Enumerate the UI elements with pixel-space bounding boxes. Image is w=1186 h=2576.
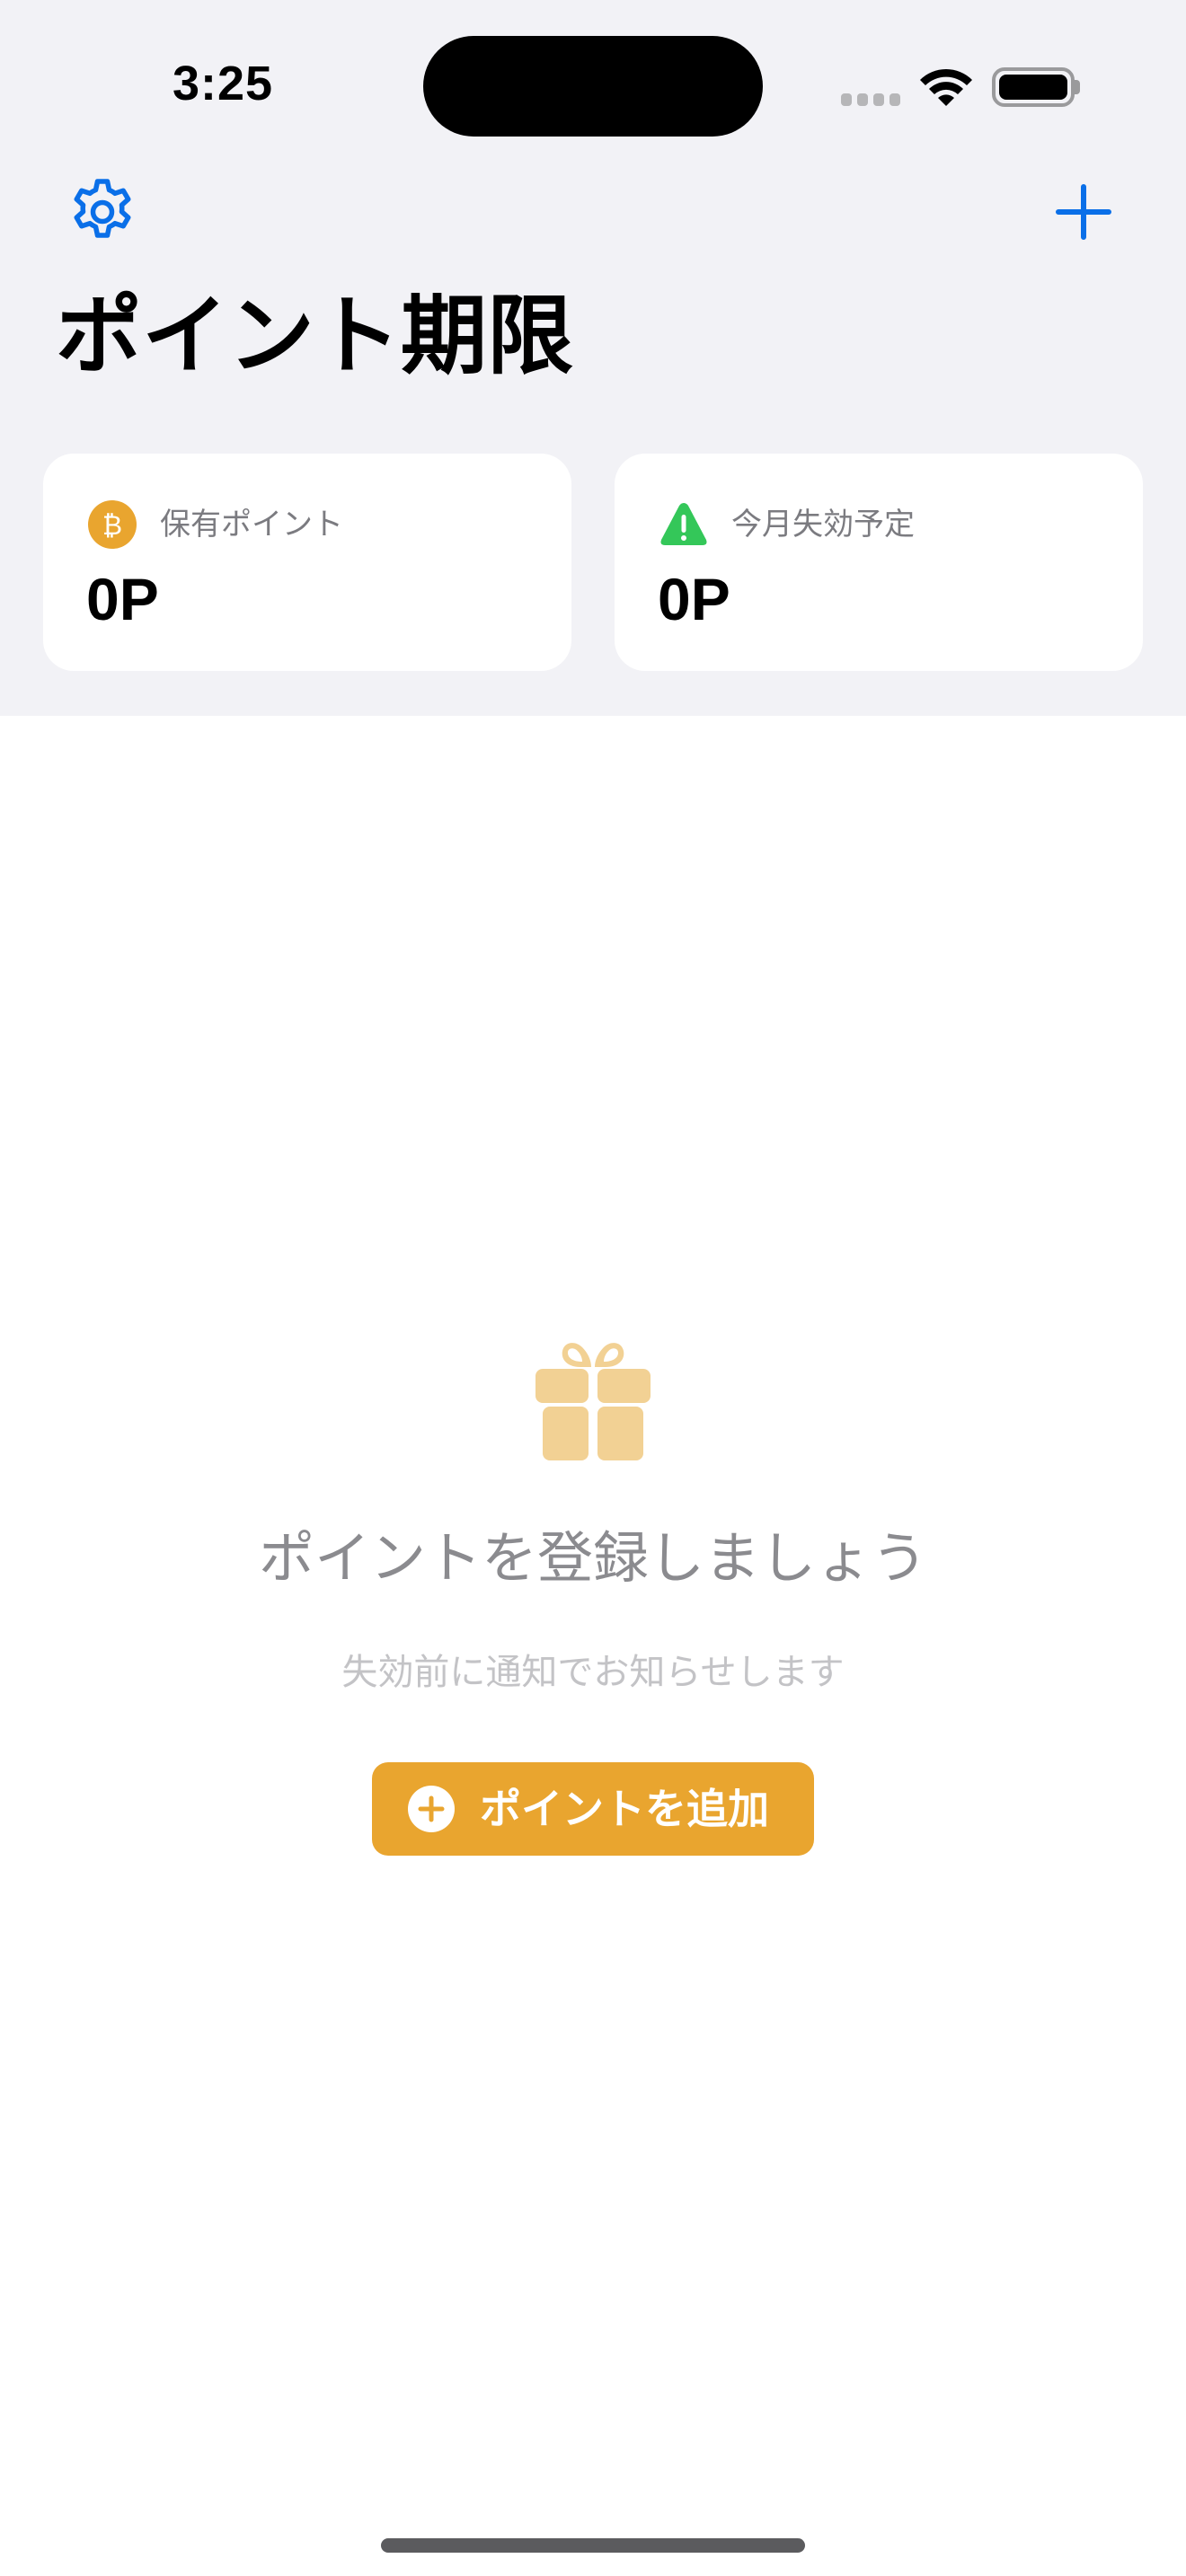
plus-circle-icon	[408, 1786, 455, 1832]
empty-state-subtitle: 失効前に通知でお知らせします	[341, 1652, 845, 1693]
svg-text:₿: ₿	[102, 510, 122, 542]
expiring-points-value: 0P	[658, 566, 730, 632]
expiring-points-card: 今月失効予定 0P	[615, 454, 1143, 671]
held-points-card: ₿ 保有ポイント 0P	[43, 454, 571, 671]
held-points-label: 保有ポイント	[160, 507, 343, 543]
warning-triangle-icon	[660, 503, 707, 545]
add-points-button-label: ポイントを追加	[480, 1785, 769, 1833]
gear-icon	[74, 179, 131, 238]
status-time: 3:25	[173, 57, 274, 110]
gift-icon	[535, 1343, 651, 1460]
page-title: ポイント期限	[56, 286, 573, 386]
wifi-icon	[920, 68, 972, 106]
battery-cap	[1075, 80, 1080, 94]
settings-button[interactable]	[66, 176, 138, 248]
expiring-points-label: 今月失効予定	[731, 507, 915, 543]
dynamic-island	[423, 36, 763, 137]
add-points-button[interactable]: ポイントを追加	[372, 1762, 814, 1856]
bitcoin-coin-icon: ₿	[88, 500, 137, 549]
add-button[interactable]	[1048, 176, 1120, 248]
home-indicator[interactable]	[381, 2538, 805, 2553]
plus-icon	[1056, 184, 1111, 240]
held-points-value: 0P	[86, 566, 159, 632]
battery-icon	[992, 67, 1075, 107]
signal-icon	[841, 93, 902, 106]
battery-level	[999, 75, 1067, 100]
empty-state-title: ポイントを登録しましょう	[258, 1525, 927, 1591]
